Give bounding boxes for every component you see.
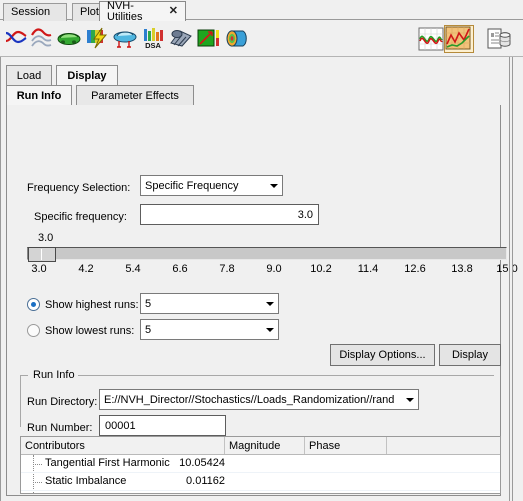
specific-frequency-label: Specific frequency: [34, 211, 127, 223]
show-highest-runs-label: Show highest runs: [45, 299, 139, 311]
right-separator [509, 57, 513, 501]
chevron-down-icon[interactable] [261, 294, 278, 313]
dsa-bars-icon[interactable]: DSA [140, 27, 166, 51]
svg-text:DSA: DSA [145, 41, 161, 49]
slider-tick: 12.6 [404, 263, 426, 275]
main-toolbar: DSA [0, 21, 523, 57]
display-button[interactable]: Display [439, 344, 501, 366]
window-tab-plot-label: Plot [80, 6, 99, 18]
group-border-top-left [20, 375, 28, 376]
slider-tick: 10.2 [310, 263, 332, 275]
window-tab-nvh-utilities-label: NVH-Utilities [107, 0, 143, 23]
display-options-button[interactable]: Display Options... [330, 344, 435, 366]
tab-parameter-effects[interactable]: Parameter Effects [76, 85, 194, 105]
blue-car-icon[interactable] [112, 27, 138, 51]
slider-tick: 15.0 [496, 263, 518, 275]
frequency-slider-track[interactable] [27, 247, 507, 262]
color-cylinder-icon[interactable] [224, 27, 250, 51]
tab-parameter-effects-label: Parameter Effects [91, 89, 179, 102]
frequency-selection-value: Specific Frequency [145, 179, 239, 192]
radio-show-lowest-runs[interactable] [27, 324, 40, 337]
show-lowest-runs-label: Show lowest runs: [45, 325, 135, 337]
show-highest-runs-value: 5 [145, 297, 152, 310]
curve-crossing-icon[interactable] [4, 27, 30, 51]
slider-tick: 13.8 [451, 263, 473, 275]
wave-stack-icon[interactable] [30, 27, 56, 51]
specific-frequency-input[interactable]: 3.0 [140, 204, 319, 225]
lightning-panel-icon[interactable] [84, 27, 110, 51]
tab-load-label: Load [16, 69, 42, 82]
row-contributor: Dynamic Imbalance [45, 493, 142, 494]
contributors-table[interactable]: Contributors Magnitude Phase Tangential … [20, 436, 501, 494]
window-tab-strip: Session Plot NVH-Utilities ✕ [0, 0, 523, 23]
specific-frequency-value: 3.0 [297, 208, 313, 221]
chevron-down-icon[interactable] [261, 320, 278, 339]
group-border-top-right [78, 375, 494, 376]
display-options-label: Display Options... [339, 349, 426, 361]
nvh-utilities-window: Session Plot NVH-Utilities ✕ DSA Load Di… [0, 0, 523, 501]
green-plot-icon[interactable] [196, 27, 222, 51]
slider-tick: 4.2 [78, 263, 94, 275]
frequency-selection-dropdown[interactable]: Specific Frequency [140, 175, 283, 196]
show-lowest-runs-value: 5 [145, 323, 152, 336]
slider-tick: 6.6 [172, 263, 188, 275]
tab-run-info[interactable]: Run Info [6, 85, 72, 105]
tree-branch-icon [33, 464, 42, 466]
orange-plot-icon[interactable] [444, 25, 474, 53]
column-header-contributors[interactable]: Contributors [21, 437, 225, 454]
display-label: Display [451, 349, 489, 361]
tree-branch-icon [33, 482, 42, 484]
slider-current-value: 3.0 [38, 232, 54, 244]
green-car-icon[interactable] [56, 27, 82, 51]
slider-tick: 11.4 [357, 263, 379, 275]
database-report-icon[interactable] [486, 27, 512, 51]
chevron-down-icon[interactable] [265, 176, 282, 195]
tab-run-info-label: Run Info [16, 89, 62, 102]
tab-display-label: Display [67, 69, 107, 82]
slider-tick: 3.0 [31, 263, 47, 275]
window-tab-session-label: Session [11, 6, 51, 18]
run-info-group-title: Run Info [30, 369, 78, 381]
column-header-blank[interactable] [387, 437, 500, 454]
run-directory-label: Run Directory: [27, 396, 98, 408]
slider-tick: 5.4 [125, 263, 141, 275]
table-header-row: Contributors Magnitude Phase [21, 437, 500, 455]
close-icon[interactable]: ✕ [169, 6, 178, 17]
chevron-down-icon[interactable] [401, 390, 418, 409]
table-row[interactable]: Static Imbalance 0.01162 [21, 473, 500, 491]
show-highest-runs-dropdown[interactable]: 5 [140, 293, 279, 314]
row-magnitude: 13.08231 [145, 493, 225, 494]
frequency-slider-thumb[interactable] [28, 247, 56, 262]
group-border-left [20, 375, 21, 427]
run-directory-dropdown[interactable]: E://NVH_Director//Stochastics//Loads_Ran… [99, 389, 419, 410]
run-number-value: 00001 [105, 419, 136, 432]
row-magnitude: 10.05424 [179, 457, 225, 469]
window-tab-nvh-utilities[interactable]: NVH-Utilities ✕ [99, 0, 186, 23]
column-header-magnitude[interactable]: Magnitude [225, 437, 305, 454]
row-magnitude: 0.01162 [186, 475, 225, 487]
tab-display[interactable]: Display [56, 65, 118, 85]
column-header-phase[interactable]: Phase [305, 437, 387, 454]
run-info-form: Frequency Selection: Specific Frequency … [6, 105, 518, 496]
run-number-input[interactable]: 00001 [99, 415, 226, 436]
table-row[interactable]: Tangential First Harmonic 10.05424 [21, 455, 500, 473]
radio-show-highest-runs[interactable] [27, 298, 40, 311]
frequency-slider-ticks: 3.0 4.2 5.4 6.6 7.8 9.0 10.2 11.4 12.6 1… [27, 263, 517, 277]
waveform-plot-icon[interactable] [418, 27, 444, 51]
frequency-selection-label: Frequency Selection: [27, 182, 131, 194]
row-contributor: Static Imbalance [45, 475, 127, 487]
slider-tick: 9.0 [266, 263, 282, 275]
show-lowest-runs-dropdown[interactable]: 5 [140, 319, 279, 340]
run-number-label: Run Number: [27, 422, 93, 434]
window-tab-session[interactable]: Session [3, 3, 67, 21]
table-row[interactable]: Dynamic Imbalance 13.08231 [21, 491, 500, 494]
slider-tick: 7.8 [219, 263, 235, 275]
content-panel: Load Display Run Info Parameter Effects … [0, 57, 518, 501]
run-directory-value: E://NVH_Director//Stochastics//Loads_Ran… [104, 393, 395, 406]
tab-load[interactable]: Load [6, 65, 52, 85]
road-surface-icon[interactable] [168, 27, 194, 51]
